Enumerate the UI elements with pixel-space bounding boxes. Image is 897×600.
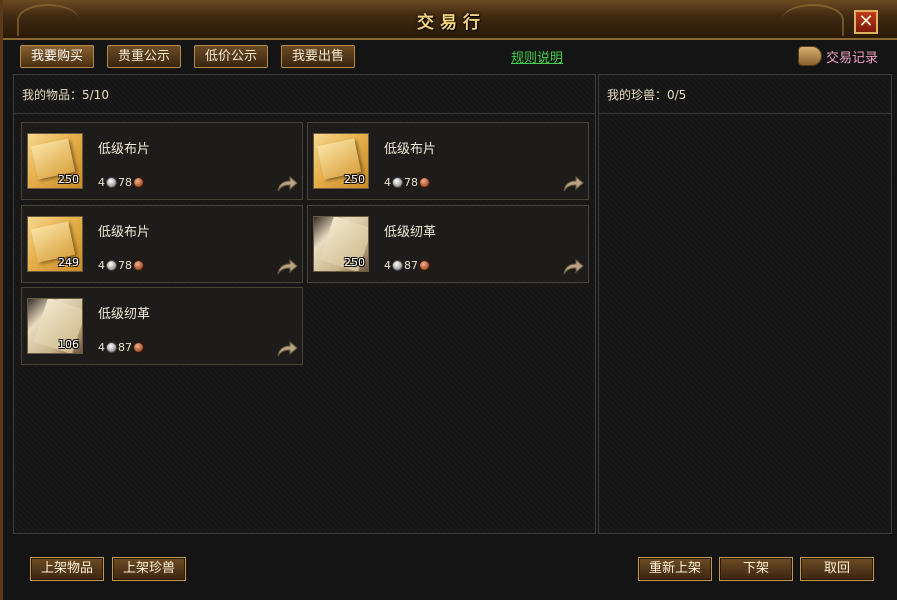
- tab-valuable-notice[interactable]: 贵重公示: [107, 45, 182, 68]
- item-name: 低级布片: [384, 142, 437, 157]
- item-card[interactable]: 249 低级布片 4 78: [21, 205, 303, 283]
- tab-sell[interactable]: 我要出售: [281, 45, 356, 68]
- list-pet-button[interactable]: 上架珍兽: [112, 557, 186, 581]
- copper-coin-icon: [419, 259, 430, 271]
- my-items-panel: 我的物品：5/10 250 低级布片 478 250 低级布片 478 24: [13, 74, 596, 534]
- item-price: 4 87: [384, 258, 430, 272]
- cloth-icon: 250: [313, 133, 369, 189]
- withdraw-arrow-icon[interactable]: [562, 258, 584, 276]
- item-card[interactable]: 106 低级纫革 4 87: [21, 287, 303, 365]
- my-items-header: 我的物品：5/10: [14, 75, 595, 114]
- item-quantity: 250: [344, 256, 365, 269]
- leather-icon: 250: [313, 216, 369, 272]
- title-bar: 交易行 ✕: [3, 0, 897, 40]
- item-price: 4 78: [98, 175, 144, 189]
- item-price: 4 78: [384, 175, 430, 189]
- copper-coin-icon: [133, 259, 144, 271]
- close-button[interactable]: ✕: [854, 10, 878, 34]
- price-copper: 78: [118, 175, 132, 189]
- price-copper: 78: [404, 175, 418, 189]
- item-card[interactable]: 250 低级布片 4 78: [21, 122, 303, 200]
- item-name: 低级纫革: [384, 225, 437, 240]
- leather-icon: 106: [27, 298, 83, 354]
- price-silver: 4: [98, 258, 105, 272]
- window-title: 交易行: [417, 13, 486, 33]
- price-silver: 4: [98, 175, 105, 189]
- copper-coin-icon: [419, 176, 430, 188]
- item-quantity: 250: [344, 173, 365, 186]
- item-price: 4 78: [98, 258, 144, 272]
- withdraw-arrow-icon[interactable]: [276, 340, 298, 358]
- price-silver: 4: [384, 258, 391, 272]
- withdraw-arrow-icon[interactable]: [276, 175, 298, 193]
- copper-coin-icon: [133, 341, 144, 353]
- price-silver: 4: [384, 175, 391, 189]
- price-copper: 78: [118, 258, 132, 272]
- tab-buy[interactable]: 我要购买: [20, 45, 95, 68]
- delist-button[interactable]: 下架: [719, 557, 793, 581]
- scroll-icon: [798, 46, 822, 66]
- withdraw-arrow-icon[interactable]: [276, 258, 298, 276]
- price-copper: 87: [118, 340, 132, 354]
- item-quantity: 106: [58, 338, 79, 351]
- cloth-icon: 249: [27, 216, 83, 272]
- copper-coin-icon: [133, 176, 144, 188]
- retrieve-button[interactable]: 取回: [800, 557, 874, 581]
- silver-coin-icon: [392, 176, 403, 188]
- price-silver: 4: [98, 340, 105, 354]
- rules-link[interactable]: 规则说明: [511, 47, 563, 66]
- item-name: 低级纫革: [98, 307, 151, 322]
- my-pets-count: 我的珍兽：0/5: [607, 88, 687, 102]
- item-name: 低级布片: [98, 225, 151, 240]
- trade-window: 交易行 ✕ 我要购买 贵重公示 低价公示 我要出售 规则说明 交易记录 我的物品…: [0, 0, 897, 600]
- silver-coin-icon: [392, 259, 403, 271]
- relist-button[interactable]: 重新上架: [638, 557, 712, 581]
- item-quantity: 249: [58, 256, 79, 269]
- item-card[interactable]: 250 低级布片 4 78: [307, 122, 589, 200]
- item-card[interactable]: 250 低级纫革 4 87: [307, 205, 589, 283]
- silver-coin-icon: [106, 341, 117, 353]
- silver-coin-icon: [106, 259, 117, 271]
- my-pets-header: 我的珍兽：0/5: [599, 75, 891, 114]
- trade-records-label: 交易记录: [826, 51, 879, 66]
- item-quantity: 250: [58, 173, 79, 186]
- item-name: 低级布片: [98, 142, 151, 157]
- my-pets-panel: 我的珍兽：0/5: [598, 74, 892, 534]
- tab-lowprice-notice[interactable]: 低价公示: [194, 45, 269, 68]
- withdraw-arrow-icon[interactable]: [562, 175, 584, 193]
- price-copper: 87: [404, 258, 418, 272]
- list-item-button[interactable]: 上架物品: [30, 557, 104, 581]
- item-price: 4 87: [98, 340, 144, 354]
- my-items-count: 我的物品：5/10: [22, 88, 109, 102]
- cloth-icon: 250: [27, 133, 83, 189]
- silver-coin-icon: [106, 176, 117, 188]
